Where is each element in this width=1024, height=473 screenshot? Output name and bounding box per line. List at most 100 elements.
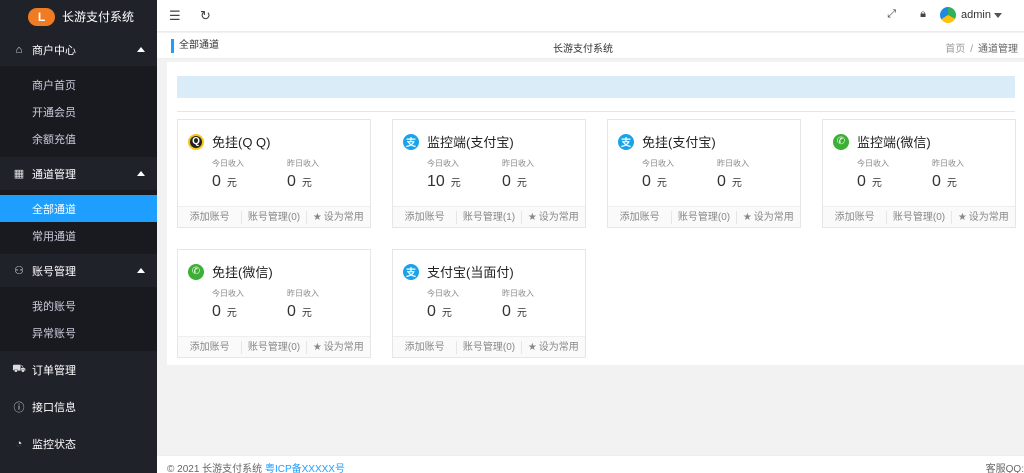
yesterday-income-label: 昨日收入	[502, 159, 534, 168]
today-income-label: 今日收入	[212, 289, 244, 298]
yesterday-income-value: 0	[502, 173, 511, 190]
channel-card: 支 监控端(支付宝) 今日收入 10 元 昨日收入 0元 添加账号 账号管理(1)…	[392, 119, 586, 228]
channel-card-title: Q 免挂(Q Q)	[188, 132, 271, 151]
add-account-button[interactable]: 添加账号	[393, 340, 458, 354]
avatar	[940, 7, 957, 23]
today-income: 今日收入 0元	[642, 158, 702, 191]
nav-group-account[interactable]: ⚇ 账号管理	[0, 254, 157, 287]
user-menu[interactable]: admin	[940, 7, 1002, 23]
wechat-icon: ✆	[833, 133, 849, 150]
today-income-value: 10	[427, 173, 445, 190]
set-favorite-button[interactable]: ★ 设为常用	[737, 211, 800, 224]
today-income-label: 今日收入	[427, 289, 459, 298]
sidebar-item-my-accounts[interactable]: 我的账号	[0, 292, 157, 319]
fullscreen-icon[interactable]: ⤢	[887, 8, 896, 21]
breadcrumb: 首页 / 通道管理	[945, 40, 1018, 55]
yesterday-income: 昨日收入 0元	[287, 288, 347, 321]
add-account-button[interactable]: 添加账号	[393, 210, 458, 224]
today-income-label: 今日收入	[642, 159, 674, 168]
sidebar-item-orders[interactable]: ⛟ 订单管理	[0, 351, 157, 388]
set-favorite-button[interactable]: ★ 设为常用	[307, 211, 370, 224]
manage-accounts-button[interactable]: 账号管理(0)	[457, 340, 522, 354]
manage-accounts-button[interactable]: 账号管理(0)	[672, 210, 737, 224]
today-income-value: 0	[857, 173, 866, 190]
refresh-icon[interactable]: ↻	[200, 8, 211, 24]
channel-name: 免挂(支付宝)	[642, 135, 716, 150]
set-favorite-button[interactable]: ★ 设为常用	[952, 211, 1015, 224]
nav-group-channel[interactable]: ▦ 通道管理	[0, 157, 157, 190]
icp-link[interactable]: 粤ICP备XXXXX号	[265, 464, 345, 473]
manage-accounts-button[interactable]: 账号管理(0)	[242, 340, 307, 354]
add-account-button[interactable]: 添加账号	[608, 210, 673, 224]
sidebar-item-abnormal-accounts[interactable]: 异常账号	[0, 319, 157, 346]
currency-unit: 元	[301, 178, 312, 189]
logo[interactable]: L 长游支付系统	[0, 0, 157, 33]
set-favorite-label: 设为常用	[753, 211, 794, 223]
channel-card: 支 免挂(支付宝) 今日收入 0元 昨日收入 0元 添加账号 账号管理(0) ★…	[607, 119, 801, 228]
today-income: 今日收入 0元	[857, 158, 917, 191]
channel-card-actions: 添加账号 账号管理(1) ★ 设为常用	[393, 206, 585, 227]
set-favorite-button[interactable]: ★ 设为常用	[307, 341, 370, 354]
notice-bar	[177, 76, 1015, 98]
nav-sub-merchant: 商户首页 开通会员 余额充值	[0, 66, 157, 157]
yesterday-income: 昨日收入 0元	[717, 158, 777, 191]
yesterday-income: 昨日收入 0元	[502, 288, 562, 321]
channel-card-actions: 添加账号 账号管理(0) ★ 设为常用	[178, 206, 370, 227]
currency-unit: 元	[301, 308, 312, 319]
set-favorite-label: 设为常用	[323, 211, 364, 223]
sidebar-item-common-channels[interactable]: 常用通道	[0, 222, 157, 249]
breadcrumb-separator: /	[970, 44, 973, 55]
sidebar-item-all-channels[interactable]: 全部通道	[0, 195, 157, 222]
yesterday-income-label: 昨日收入	[502, 289, 534, 298]
channel-card-title: 支 支付宝(当面付)	[403, 262, 514, 281]
caret-up-icon	[137, 47, 145, 52]
channel-card-actions: 添加账号 账号管理(0) ★ 设为常用	[608, 206, 800, 227]
username: admin	[961, 9, 991, 21]
sidebar-item-api-info[interactable]: ⓘ 接口信息	[0, 388, 157, 425]
channel-card: ✆ 监控端(微信) 今日收入 0元 昨日收入 0元 添加账号 账号管理(0) ★…	[822, 119, 1016, 228]
channel-card: ✆ 免挂(微信) 今日收入 0元 昨日收入 0元 添加账号 账号管理(0) ★ 设…	[177, 249, 371, 358]
main-panel: Q 免挂(Q Q) 今日收入 0元 昨日收入 0元 添加账号 账号管理(0) ★…	[167, 62, 1024, 365]
channel-card-title: 支 监控端(支付宝)	[403, 132, 514, 151]
set-favorite-label: 设为常用	[323, 341, 364, 353]
nav-group-label: 商户中心	[32, 44, 76, 57]
sidebar-item-membership[interactable]: 开通会员	[0, 98, 157, 125]
currency-unit: 元	[656, 178, 667, 189]
today-income: 今日收入 0元	[212, 288, 272, 321]
star-icon: ★	[742, 211, 752, 223]
today-income-label: 今日收入	[857, 159, 889, 168]
sidebar-item-merchant-home[interactable]: 商户首页	[0, 71, 157, 98]
lock-icon[interactable]: 🔒︎	[920, 8, 926, 21]
alipay-icon: 支	[403, 133, 419, 150]
today-income-label: 今日收入	[427, 159, 459, 168]
manage-accounts-button[interactable]: 账号管理(0)	[887, 210, 952, 224]
nav-group-merchant[interactable]: ⌂ 商户中心	[0, 33, 157, 66]
chevron-down-icon	[994, 12, 1002, 18]
add-account-button[interactable]: 添加账号	[178, 210, 243, 224]
sidebar-item-recharge[interactable]: 余额充值	[0, 125, 157, 152]
breadcrumb-home[interactable]: 首页	[945, 44, 965, 55]
today-income-value: 0	[427, 303, 436, 320]
tab-bar: 全部通道 长游支付系统 首页 / 通道管理	[157, 33, 1024, 59]
set-favorite-button[interactable]: ★ 设为常用	[522, 211, 585, 224]
add-account-button[interactable]: 添加账号	[823, 210, 888, 224]
currency-unit: 元	[226, 178, 237, 189]
channel-name: 免挂(微信)	[212, 265, 273, 280]
yesterday-income-value: 0	[287, 303, 296, 320]
manage-accounts-button[interactable]: 账号管理(1)	[457, 210, 522, 224]
add-account-button[interactable]: 添加账号	[178, 340, 243, 354]
set-favorite-button[interactable]: ★ 设为常用	[522, 341, 585, 354]
manage-accounts-button[interactable]: 账号管理(0)	[242, 210, 307, 224]
star-icon: ★	[527, 341, 537, 353]
nav-label: 接口信息	[32, 401, 76, 414]
tab-all-channels[interactable]: 全部通道	[171, 39, 219, 53]
menu-toggle-icon[interactable]: ☰	[169, 8, 181, 24]
alipay-icon: 支	[618, 133, 634, 150]
home-icon: ⌂	[15, 43, 23, 56]
sidebar-item-monitor[interactable]: ◔ 监控状态	[0, 425, 157, 462]
yesterday-income-value: 0	[717, 173, 726, 190]
yesterday-income-label: 昨日收入	[287, 289, 319, 298]
top-header: ☰ ↻ ⤢ 🔒︎ admin	[157, 0, 1024, 32]
channel-card-actions: 添加账号 账号管理(0) ★ 设为常用	[178, 336, 370, 357]
currency-unit: 元	[871, 178, 882, 189]
